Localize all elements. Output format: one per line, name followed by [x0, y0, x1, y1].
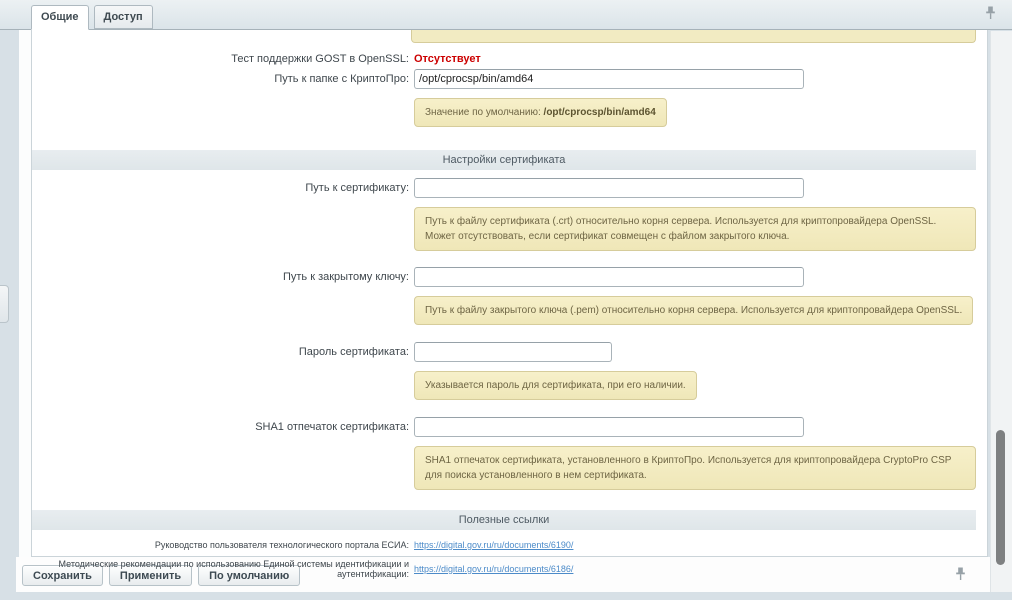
cert-path-label: Путь к сертификату: — [32, 182, 414, 194]
cert-password-input[interactable] — [414, 342, 612, 362]
links-section-header: Полезные ссылки — [32, 510, 976, 530]
esia-guide-link[interactable]: https://digital.gov.ru/ru/documents/6190… — [414, 540, 573, 550]
esia-recommendations-label: Методические рекомендации по использован… — [32, 559, 414, 579]
cert-path-row: Путь к сертификату: — [32, 178, 987, 198]
gost-test-row: Тест поддержки GOST в OpenSSL: Отсутству… — [32, 53, 987, 65]
sha1-input[interactable] — [414, 417, 804, 437]
key-path-row: Путь к закрытому ключу: — [32, 267, 987, 287]
cert-password-hint: Указывается пароль для сертификата, при … — [414, 371, 697, 400]
sha1-row: SHA1 отпечаток сертификата: — [32, 417, 987, 437]
pin-icon[interactable] — [985, 6, 996, 23]
key-path-input[interactable] — [414, 267, 804, 287]
cryptopro-path-input[interactable] — [414, 69, 804, 89]
certificate-section-header: Настройки сертификата — [32, 150, 976, 170]
gost-test-status: Отсутствует — [414, 53, 481, 65]
cryptopro-path-label: Путь к папке с КриптоПро: — [32, 73, 414, 85]
hint-default-value: /opt/cprocsp/bin/amd64 — [544, 107, 656, 118]
key-path-hint: Путь к файлу закрытого ключа (.pem) отно… — [414, 296, 973, 325]
gost-test-label: Тест поддержки GOST в OpenSSL: — [32, 53, 414, 65]
scrollbar-thumb[interactable] — [996, 430, 1005, 565]
panel-collapse-handle[interactable] — [0, 285, 9, 323]
vertical-scrollbar[interactable] — [990, 31, 1012, 592]
esia-guide-label: Руководство пользователя технологическог… — [32, 540, 414, 550]
tab-bar: Общие Доступ — [0, 0, 1012, 30]
key-path-label: Путь к закрытому ключу: — [32, 271, 414, 283]
hint-prefix: Значение по умолчанию: — [425, 107, 544, 118]
settings-panel: Тест поддержки GOST в OpenSSL: Отсутству… — [31, 30, 988, 557]
link-row-esia-guide: Руководство пользователя технологическог… — [32, 539, 987, 551]
clipped-hint-box — [411, 30, 976, 43]
sha1-hint: SHA1 отпечаток сертификата, установленно… — [414, 446, 976, 490]
cert-path-input[interactable] — [414, 178, 804, 198]
cert-password-label: Пароль сертификата: — [32, 346, 414, 358]
tab-access[interactable]: Доступ — [94, 5, 153, 29]
cryptopro-path-row: Путь к папке с КриптоПро: — [32, 69, 987, 89]
link-row-esia-recommendations: Методические рекомендации по использован… — [32, 559, 987, 579]
cert-password-row: Пароль сертификата: — [32, 342, 987, 362]
sha1-label: SHA1 отпечаток сертификата: — [32, 421, 414, 433]
cryptopro-default-hint: Значение по умолчанию: /opt/cprocsp/bin/… — [414, 98, 667, 127]
esia-recommendations-link[interactable]: https://digital.gov.ru/ru/documents/6186… — [414, 564, 573, 574]
tab-general[interactable]: Общие — [31, 5, 89, 30]
cert-path-hint: Путь к файлу сертификата (.crt) относите… — [414, 207, 976, 251]
